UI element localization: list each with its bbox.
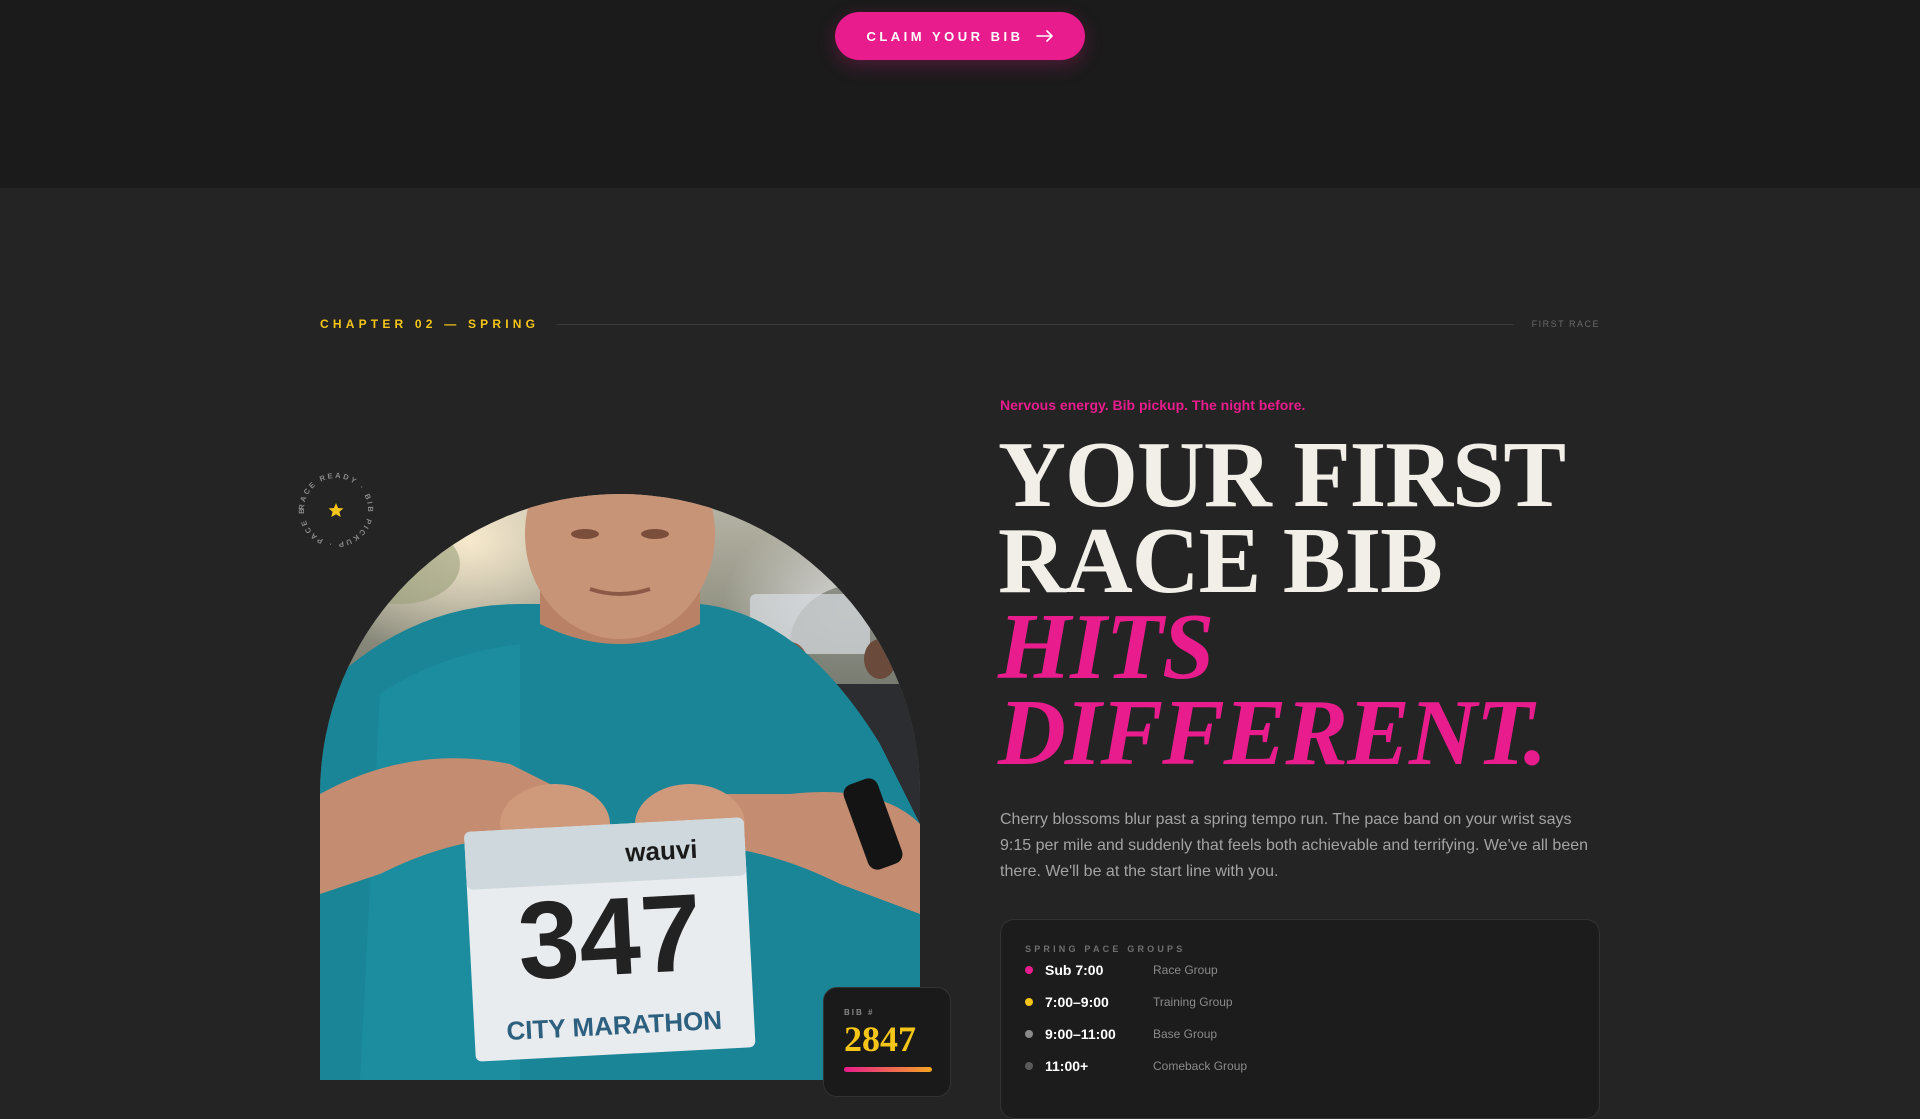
pace-dot bbox=[1025, 1062, 1033, 1070]
pace-row[interactable]: 9:00–11:00 Base Group bbox=[1025, 1018, 1575, 1050]
pace-time: Sub 7:00 bbox=[1045, 962, 1104, 978]
bib-photo-number: 347 bbox=[515, 871, 705, 1003]
pace-group: Race Group bbox=[1153, 963, 1218, 977]
pace-groups-title: SPRING PACE GROUPS bbox=[1025, 944, 1186, 954]
bib-number-card: BIB # 2847 bbox=[823, 987, 951, 1097]
bib-sponsor-text: wauvi bbox=[623, 834, 698, 868]
pace-dot bbox=[1025, 998, 1033, 1006]
pace-time: 11:00+ bbox=[1045, 1058, 1089, 1074]
hero-body: Cherry blossoms blur past a spring tempo… bbox=[1000, 811, 1589, 880]
pace-dot bbox=[1025, 966, 1033, 974]
chapter-right-label: FIRST RACE bbox=[1531, 319, 1600, 329]
hero-headline: YOUR FIRST RACE BIB HITS DIFFERENT. bbox=[998, 423, 1618, 785]
headline-line-4: DIFFERENT. bbox=[998, 681, 1547, 785]
headline-line-1: YOUR FIRST bbox=[998, 423, 1566, 527]
pace-time: 9:00–11:00 bbox=[1045, 1026, 1116, 1042]
pace-row[interactable]: 11:00+ Comeback Group bbox=[1025, 1050, 1575, 1082]
pace-time: 7:00–9:00 bbox=[1045, 994, 1109, 1010]
headline-line-2: RACE BIB bbox=[998, 509, 1443, 613]
pace-group: Training Group bbox=[1153, 995, 1233, 1009]
bib-card-label: BIB # bbox=[844, 1008, 875, 1017]
claim-bib-button[interactable]: CLAIM YOUR BIB bbox=[835, 12, 1085, 60]
pace-group: Base Group bbox=[1153, 1027, 1218, 1041]
hero-kicker: Nervous energy. Bib pickup. The night be… bbox=[1000, 397, 1306, 413]
chapter-divider bbox=[557, 323, 1514, 325]
arrow-right-icon bbox=[1035, 30, 1053, 42]
bib-card-number: 2847 bbox=[844, 1019, 916, 1059]
pace-row[interactable]: Sub 7:00 Race Group bbox=[1025, 954, 1575, 986]
chapter-label: CHAPTER 02 — SPRING bbox=[320, 317, 540, 331]
claim-bib-label: CLAIM YOUR BIB bbox=[866, 28, 1024, 44]
pace-row[interactable]: 7:00–9:00 Training Group bbox=[1025, 986, 1575, 1018]
pace-dot bbox=[1025, 1030, 1033, 1038]
bib-card-bar bbox=[844, 1067, 932, 1072]
headline-line-3: HITS bbox=[998, 595, 1214, 699]
pace-group: Comeback Group bbox=[1153, 1059, 1248, 1073]
chapter-header: CHAPTER 02 — SPRING FIRST RACE bbox=[320, 317, 1600, 331]
pace-groups-card: SPRING PACE GROUPS Sub 7:00 Race Group 7… bbox=[1000, 919, 1600, 1119]
